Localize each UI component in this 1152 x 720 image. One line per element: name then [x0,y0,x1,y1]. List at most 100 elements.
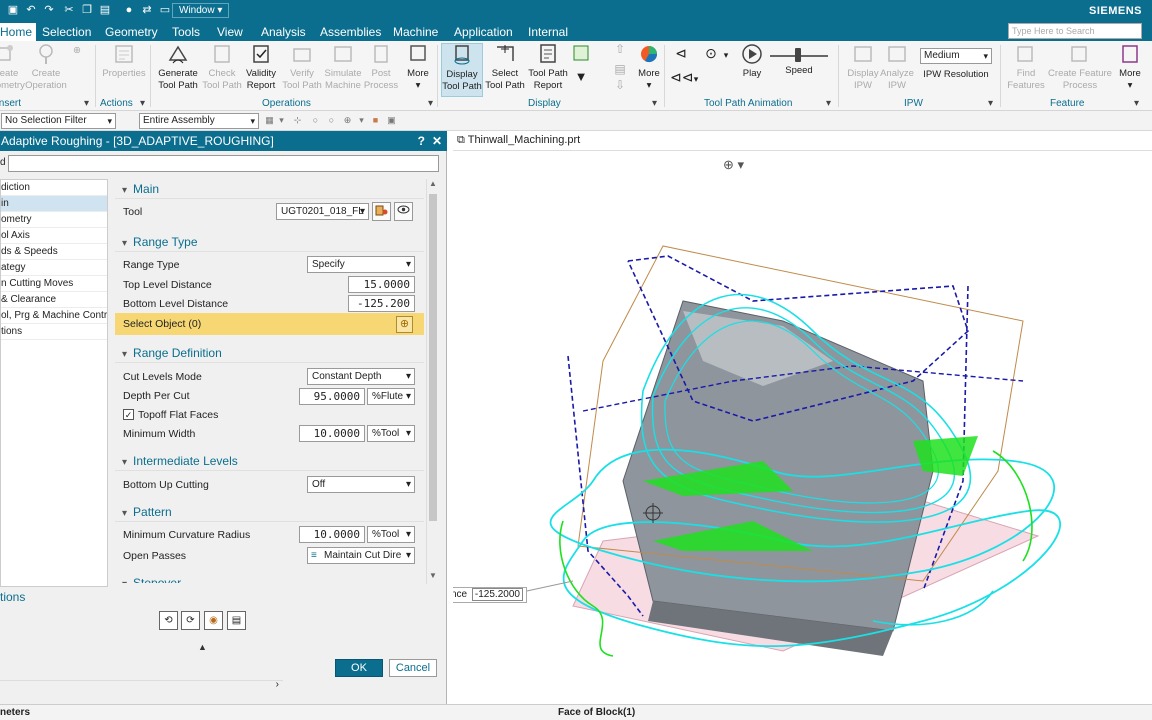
actions-group-menu[interactable]: ▾ [140,98,145,109]
find-features-button[interactable]: Find Features [1000,43,1052,92]
bottom-level-input[interactable]: -125.200 [348,295,415,312]
section-range-definition[interactable]: Range Definition [115,343,424,363]
section-main[interactable]: Main [115,179,424,199]
operations-more-button[interactable]: More ▾ [396,43,440,92]
touch-mode-icon[interactable]: ⇄ [140,3,154,18]
display-group-menu[interactable]: ▾ [652,98,657,109]
cut-levels-select[interactable]: Constant Depth [307,368,415,385]
min-curvature-input[interactable]: 10.0000 [299,526,365,543]
edit-tool-icon[interactable] [372,202,391,221]
rewind-icon[interactable]: ⊲⊲ [670,70,693,84]
insert-small-icon[interactable]: ⊕ [66,45,88,57]
display-more-button[interactable]: More ▾ [630,43,668,92]
document-tab[interactable]: ⧉ Thinwall_Machining.prt [457,134,580,147]
cut-icon[interactable]: ✂ [62,3,76,18]
tool-path-report-button[interactable]: Tool Path Report [526,43,570,92]
circle-icon[interactable]: ○ [310,115,321,126]
crosshair-icon[interactable]: ⊕ [396,316,413,333]
play-button[interactable]: Play [736,43,768,80]
save-icon[interactable]: ▣ [6,3,20,18]
chevron-right-icon[interactable]: › [276,679,279,690]
display-tool-icon[interactable] [394,202,413,221]
stop-icon[interactable]: ⊙ [700,46,722,60]
scroll-down-icon[interactable]: ▼ [428,571,438,580]
tab-home[interactable]: Home [0,23,37,41]
help-button[interactable]: ? [418,131,425,151]
paste-icon[interactable]: ▤ [98,3,112,18]
point-icon[interactable]: ⊕ [342,115,353,126]
chevron-down-icon[interactable]: ▾ [356,115,367,126]
select-object-row[interactable]: Select Object (0) ⊕ [115,313,424,335]
settings-vertical-scrollbar[interactable]: ▲ ▼ [426,179,438,584]
feature-group-menu[interactable]: ▾ [1134,98,1139,109]
analyze-ipw-button[interactable]: Analyze IPW [872,43,922,92]
select-icon[interactable]: ▦ [264,115,275,126]
nav-item-non-cutting-moves[interactable]: n Cutting Moves [1,276,107,292]
copy-icon[interactable]: ❐ [80,3,94,18]
rewind-menu-icon[interactable]: ▾ [690,73,702,85]
create-operation-button[interactable]: Create Operation [20,43,72,92]
nav-item-strategy[interactable]: ategy [1,260,107,276]
tab-assemblies[interactable]: Assemblies [320,23,381,41]
animation-group-menu[interactable]: ▾ [826,98,831,109]
scroll-up-icon[interactable]: ▲ [428,179,438,188]
display-settings-icon[interactable] [570,45,592,65]
collapse-icon[interactable]: ▲ [198,642,207,652]
window-switch-icon[interactable]: ▭ [158,3,172,18]
display-tool-path-button[interactable]: Display Tool Path [441,43,483,97]
properties-button[interactable]: Properties [98,43,150,80]
nav-item-feeds-speeds[interactable]: ds & Speeds [1,244,107,260]
layers-icon[interactable]: ▤ [610,63,630,75]
tab-analysis[interactable]: Analysis [261,23,306,41]
insert-group-menu[interactable]: ▾ [84,98,89,109]
graphics-viewport[interactable]: ⊕ ▾ nce -125.2000 [453,151,1152,703]
verify-icon[interactable]: ◉ [204,611,223,630]
generate-icon[interactable]: ⟳ [181,611,200,630]
redo-icon[interactable]: ↷ [42,3,56,18]
nav-item-tool-axis[interactable]: ol Axis [1,228,107,244]
tab-selection[interactable]: Selection [42,23,91,41]
section-intermediate-levels[interactable]: Intermediate Levels [115,451,424,471]
tab-tools[interactable]: Tools [172,23,200,41]
section-stepover[interactable]: Stepover [115,573,424,583]
nav-item-clearance[interactable]: & Clearance [1,292,107,308]
minimum-width-input[interactable]: 10.0000 [299,425,365,442]
dialog-bottom-scrollbar[interactable]: › [0,679,283,692]
chevron-down-icon[interactable]: ▾ [276,115,287,126]
move-down-icon[interactable]: ⇩ [610,79,630,91]
section-range-type[interactable]: Range Type [115,232,424,252]
microphone-icon[interactable]: ● [122,3,136,18]
tool-icon[interactable]: ▼ [570,70,592,83]
speed-slider-thumb[interactable] [795,48,801,62]
close-button[interactable]: ✕ [432,131,442,151]
list-icon[interactable]: ▤ [227,611,246,630]
tab-machine[interactable]: Machine [393,23,438,41]
nav-item-main[interactable]: in [1,196,107,212]
minimum-width-unit-select[interactable]: %Tool [367,425,415,442]
open-passes-select[interactable]: ≡ Maintain Cut Dire [307,547,415,564]
move-up-icon[interactable]: ⇧ [610,43,630,55]
tab-view[interactable]: View [217,23,243,41]
tab-internal[interactable]: Internal [528,23,568,41]
operations-group-menu[interactable]: ▾ [428,98,433,109]
options-link[interactable]: tions [0,590,25,604]
nav-item-options[interactable]: tions [1,324,107,340]
regenerate-icon[interactable]: ⟲ [159,611,178,630]
topoff-checkbox[interactable]: ✓ [123,409,134,420]
depth-per-cut-input[interactable]: 95.0000 [299,388,365,405]
nav-item-prediction[interactable]: diction [1,180,107,196]
create-feature-process-button[interactable]: Create Feature Process [1046,43,1114,92]
bottom-up-select[interactable]: Off [307,476,415,493]
distance-readout[interactable]: nce -125.2000 [453,587,527,603]
search-input[interactable]: Type Here to Search [1008,23,1142,39]
selection-scope-select[interactable]: Entire Assembly [139,113,259,129]
undo-icon[interactable]: ↶ [24,3,38,18]
ok-button[interactable]: OK [335,659,383,677]
select-tool-path-button[interactable]: Select Tool Path [484,43,526,92]
circle-icon[interactable]: ○ [326,115,337,126]
selection-filter-select[interactable]: No Selection Filter [1,113,116,129]
section-pattern[interactable]: Pattern [115,502,424,522]
ipw-group-menu[interactable]: ▾ [988,98,993,109]
depth-unit-select[interactable]: %Flute [367,388,415,405]
snap-icon[interactable]: ⊹ [292,115,303,126]
